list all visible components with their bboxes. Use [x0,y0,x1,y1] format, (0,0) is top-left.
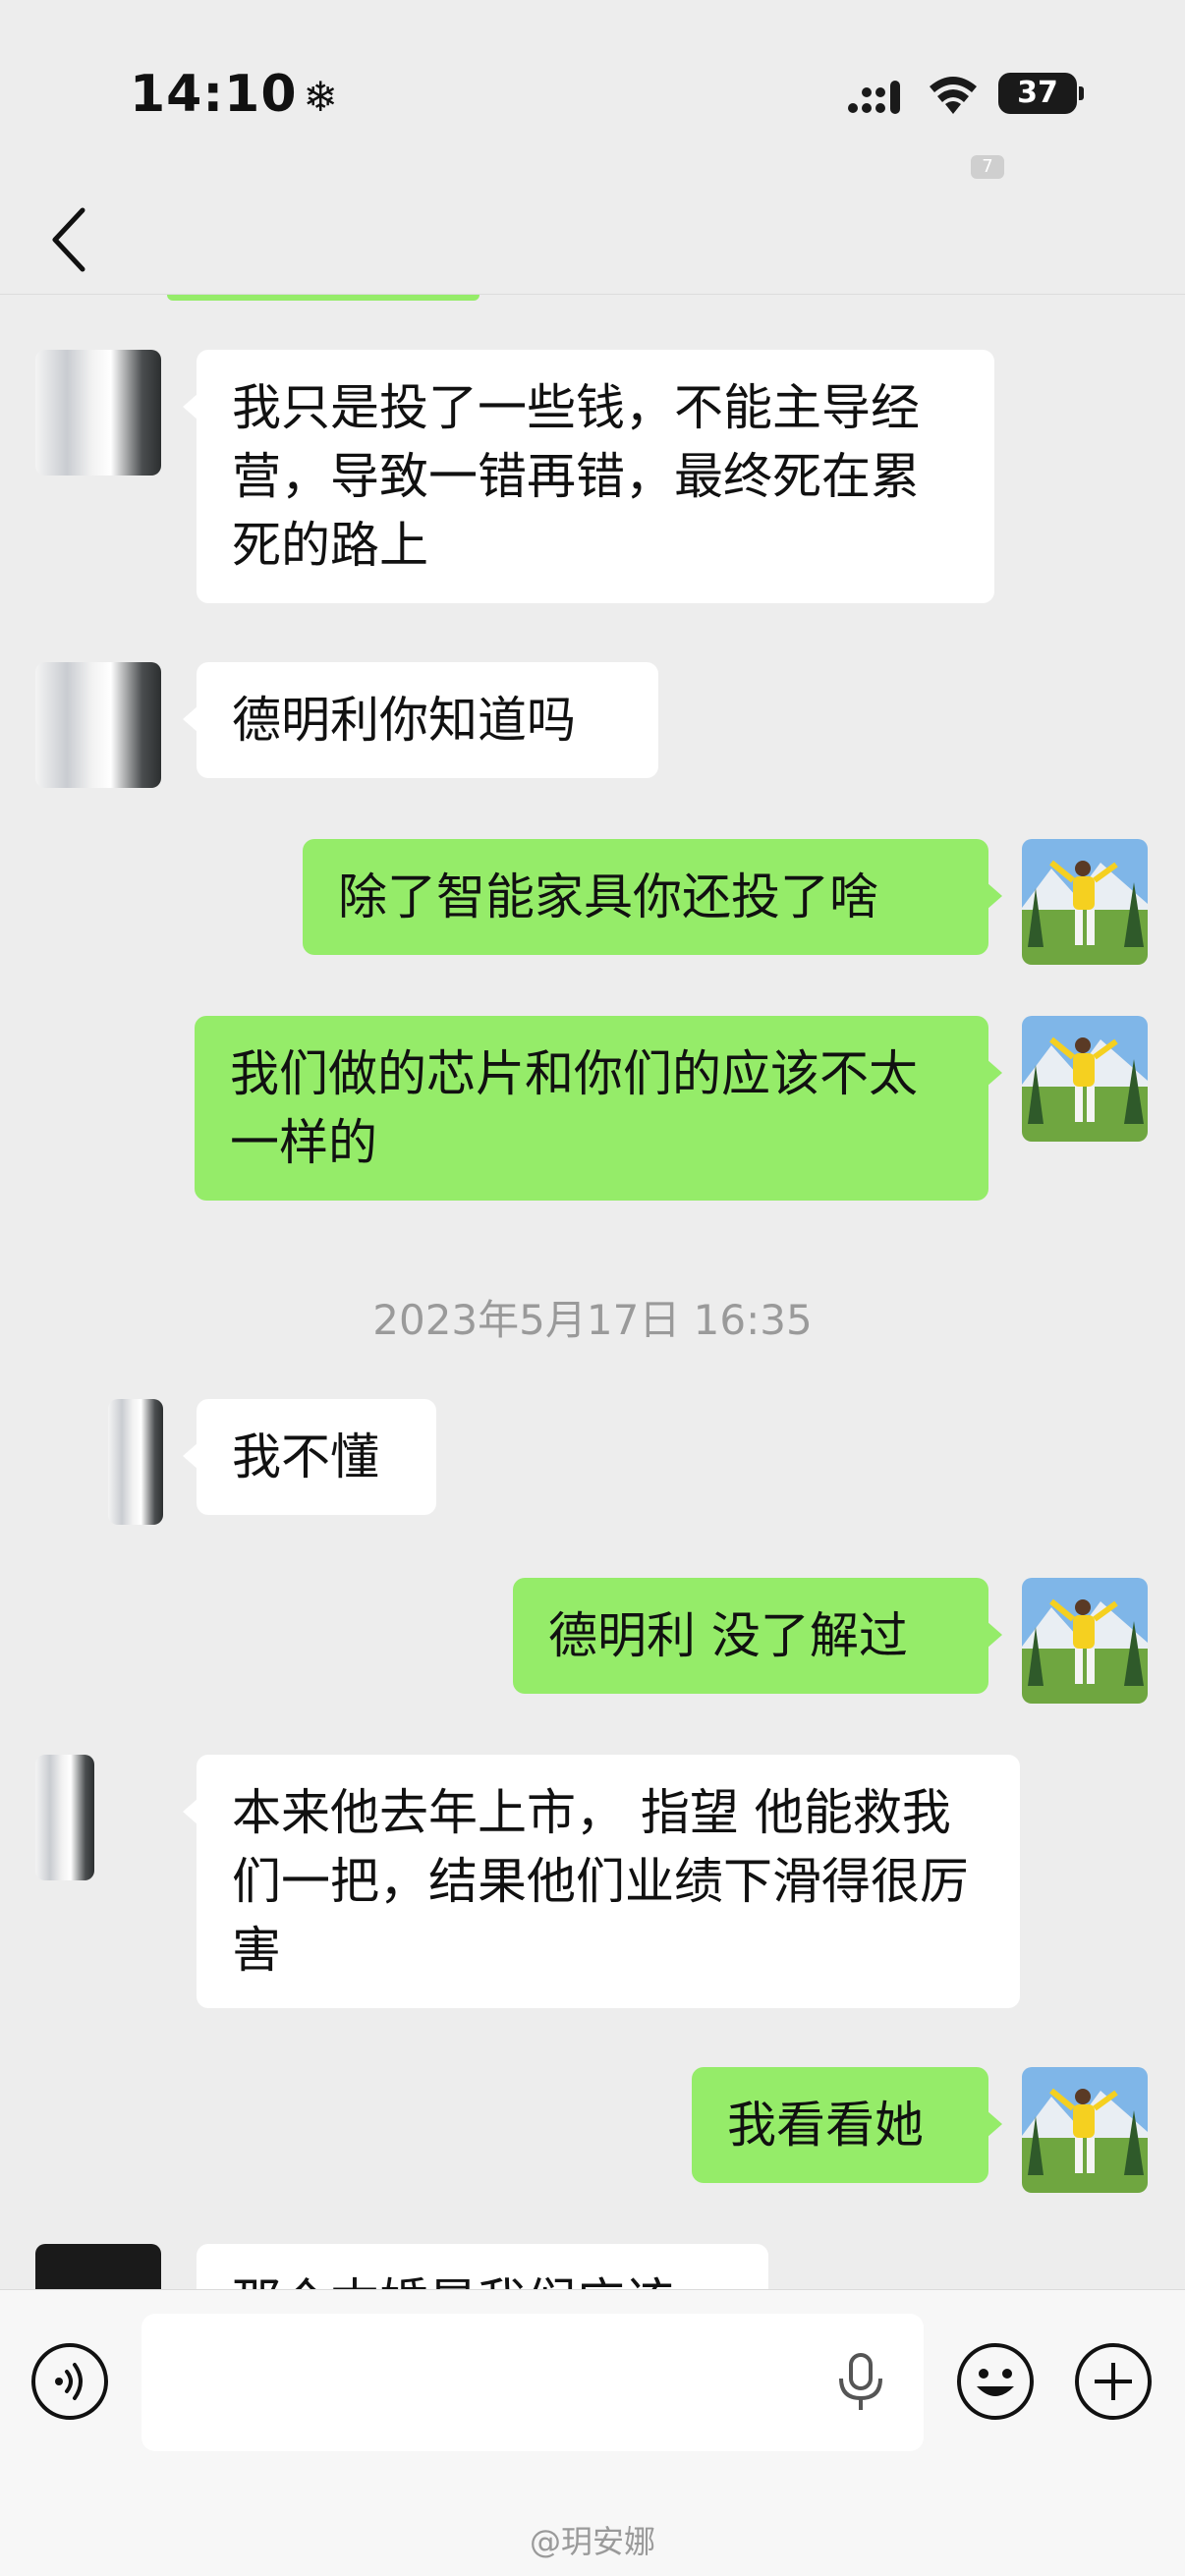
message-list[interactable]: 我只是投了一些钱，不能主导经营，导致一错再错，最终死在累死的路上 德明利你知道吗… [0,295,1185,2289]
snowflake-icon: ❄ [303,73,339,121]
user-avatar[interactable] [1022,1578,1148,1704]
incoming-message[interactable]: 我不懂 [183,1399,436,1515]
contact-avatar[interactable] [35,350,161,476]
outgoing-message[interactable]: 我看看她 [692,2067,1002,2183]
outgoing-message[interactable]: 德明利 没了解过 [513,1578,1002,1694]
incoming-message[interactable]: 德明利你知道吗 [183,662,658,778]
previous-message-edge [167,295,480,301]
back-icon[interactable] [45,206,92,273]
battery-indicator: 37 [998,73,1084,114]
status-bar: 14:10 ❄ 37 7 [0,0,1185,187]
incoming-message[interactable]: 本来他去年上市， 指望 他能救我们一把，结果他们业绩下滑得很厉害 [183,1755,1020,2008]
contact-avatar[interactable] [108,1399,163,1525]
emoji-icon[interactable] [955,2341,1036,2422]
contact-avatar[interactable] [35,662,161,788]
signal-icon [848,81,900,114]
plus-icon[interactable] [1073,2341,1154,2422]
incoming-message[interactable]: 我只是投了一些钱，不能主导经营，导致一错再错，最终死在累死的路上 [183,350,994,603]
voice-icon[interactable] [29,2341,110,2422]
status-time: 14:10 ❄ [130,65,339,124]
user-avatar[interactable] [1022,839,1148,965]
outgoing-message[interactable]: 我们做的芯片和你们的应该不太一样的 [195,1016,1002,1201]
contact-avatar[interactable] [35,1755,94,1880]
message-input[interactable] [141,2314,924,2451]
incoming-message[interactable]: 那个本婚是我们应该 [183,2244,768,2289]
chat-header [0,187,1185,295]
outgoing-message[interactable]: 除了智能家具你还投了啥 [303,839,1002,955]
watermark: @玥安娜 [529,2523,655,2560]
microphone-icon[interactable] [833,2351,888,2414]
wifi-icon [930,77,977,114]
tab-count-badge: 7 [971,155,1004,179]
message-timestamp: 2023年5月17日 16:35 [372,1296,813,1344]
user-avatar[interactable] [1022,2067,1148,2193]
contact-avatar[interactable] [35,2244,161,2289]
user-avatar[interactable] [1022,1016,1148,1142]
